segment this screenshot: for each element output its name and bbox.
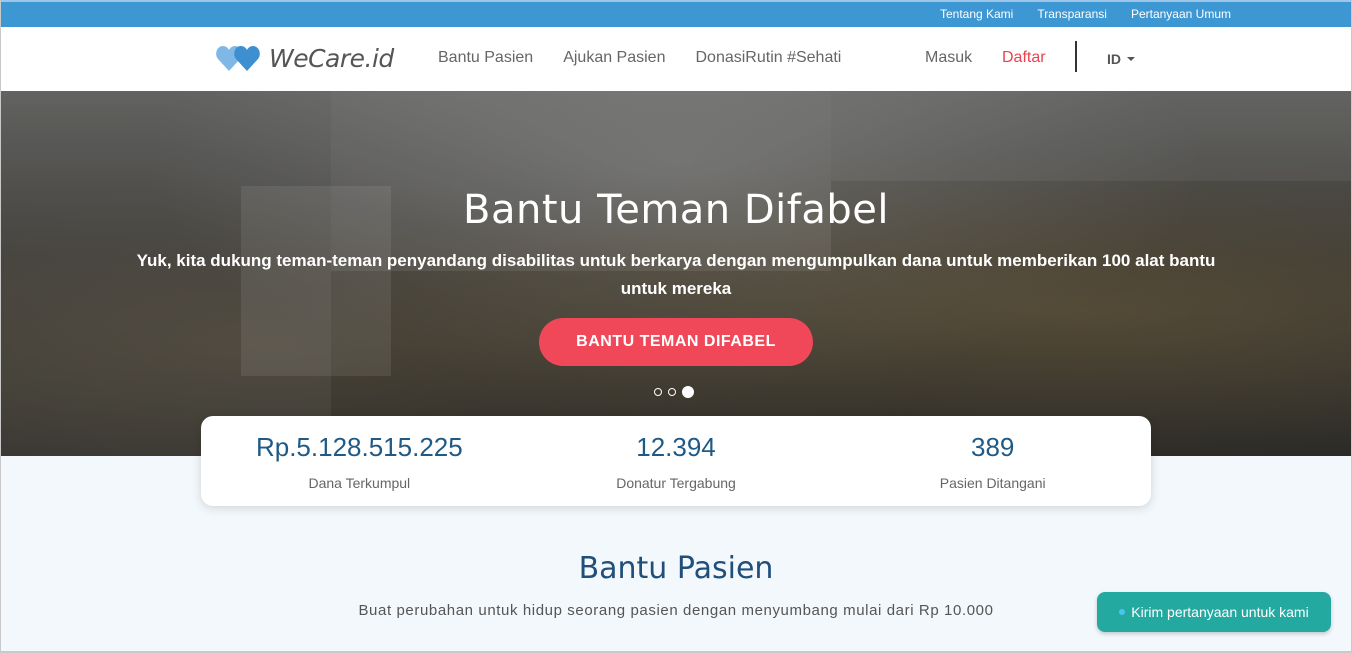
brand-logo[interactable]: WeCare.id: [215, 43, 394, 73]
nav-divider: [1075, 41, 1077, 72]
link-transparansi[interactable]: Transparansi: [1037, 7, 1107, 21]
language-dropdown[interactable]: ID: [1107, 51, 1135, 67]
nav-ajukan-pasien[interactable]: Ajukan Pasien: [563, 49, 665, 67]
hero-subtitle: Yuk, kita dukung teman-teman penyandang …: [136, 251, 1216, 298]
hero-background-decor: [831, 91, 1351, 181]
link-pertanyaan-umum[interactable]: Pertanyaan Umum: [1131, 7, 1231, 21]
stat-value: 389: [970, 432, 1015, 462]
carousel-dot-active[interactable]: [682, 386, 694, 398]
stat-label: Donatur Tergabung: [616, 475, 736, 491]
stat-label: Dana Terkumpul: [308, 475, 411, 491]
brand-name: WeCare.id: [269, 43, 394, 73]
carousel-dot[interactable]: [654, 388, 662, 396]
carousel-dot[interactable]: [668, 388, 676, 396]
hero-background-decor: [331, 91, 831, 271]
language-label: ID: [1107, 51, 1121, 67]
stat-dana: Rp.5.128.515.225 Dana Terkumpul: [201, 416, 518, 506]
caret-down-icon: [1127, 57, 1135, 61]
chat-button-label: Kirim pertanyaan untuk kami: [1131, 604, 1309, 620]
stat-pasien: 389 Pasien Ditangani: [834, 416, 1151, 506]
stat-value: 12.394: [636, 432, 716, 462]
main-navbar: WeCare.id Bantu Pasien Ajukan Pasien Don…: [1, 27, 1351, 91]
section-title: Bantu Pasien: [578, 551, 774, 586]
hero-carousel: Bantu Teman Difabel Yuk, kita dukung tem…: [1, 91, 1351, 456]
nav-bantu-pasien[interactable]: Bantu Pasien: [438, 49, 533, 67]
login-link[interactable]: Masuk: [925, 49, 972, 67]
carousel-indicators: [654, 386, 694, 398]
hearts-logo-icon: [216, 46, 260, 71]
stat-donatur: 12.394 Donatur Tergabung: [518, 416, 835, 506]
top-utility-bar: Tentang Kami Transparansi Pertanyaan Umu…: [1, 0, 1351, 27]
utility-links: Tentang Kami Transparansi Pertanyaan Umu…: [940, 7, 1231, 21]
stat-value: Rp.5.128.515.225: [255, 432, 463, 462]
chat-button[interactable]: Kirim pertanyaan untuk kami: [1097, 592, 1331, 632]
chat-dot-icon: [1119, 609, 1126, 615]
hero-title: Bantu Teman Difabel: [463, 187, 889, 233]
stat-label: Pasien Ditangani: [939, 475, 1046, 491]
register-link[interactable]: Daftar: [1002, 49, 1046, 67]
stats-card: Rp.5.128.515.225 Dana Terkumpul 12.394 D…: [201, 416, 1151, 506]
hero-cta-button[interactable]: BANTU TEMAN DIFABEL: [539, 318, 813, 366]
link-tentang-kami[interactable]: Tentang Kami: [940, 7, 1013, 21]
nav-donasi-rutin[interactable]: DonasiRutin #Sehati: [695, 49, 841, 67]
primary-nav: Bantu Pasien Ajukan Pasien DonasiRutin #…: [438, 49, 841, 67]
